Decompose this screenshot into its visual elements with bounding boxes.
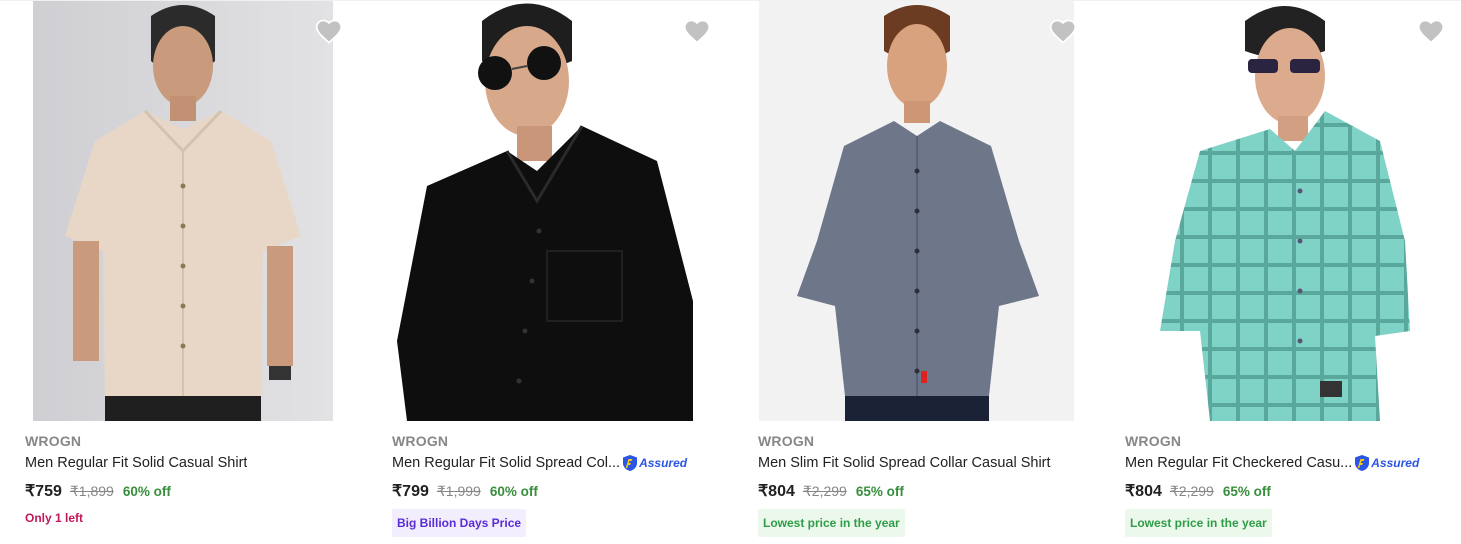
shield-icon xyxy=(1355,455,1370,471)
product-image-container[interactable] xyxy=(367,0,712,421)
product-brand[interactable]: WROGN xyxy=(758,433,814,449)
shield-icon xyxy=(623,455,638,471)
product-card[interactable]: WROGN Men Regular Fit Solid Casual Shirt… xyxy=(0,0,345,544)
product-title[interactable]: Men Slim Fit Solid Spread Collar Casual … xyxy=(758,455,1051,471)
product-title[interactable]: Men Regular Fit Solid Spread Col... xyxy=(392,455,620,471)
price-row: ₹799 ₹1,999 60% off xyxy=(392,481,538,501)
price-row: ₹804 ₹2,299 65% off xyxy=(758,481,904,501)
price-row: ₹759 ₹1,899 60% off xyxy=(25,481,171,501)
selling-price: ₹804 xyxy=(758,483,795,500)
heart-icon[interactable] xyxy=(680,14,714,48)
product-title[interactable]: Men Regular Fit Solid Casual Shirt xyxy=(25,455,247,471)
product-title[interactable]: Men Regular Fit Checkered Casu... xyxy=(1125,455,1352,471)
original-price: ₹2,299 xyxy=(802,483,847,499)
teal-checkered-shirt-photo[interactable] xyxy=(1140,1,1440,421)
discount-label: 65% off xyxy=(1222,484,1271,499)
heart-icon[interactable] xyxy=(1414,14,1448,48)
original-price: ₹1,899 xyxy=(69,483,114,499)
product-title-row[interactable]: Men Regular Fit Checkered Casu... Assure… xyxy=(1125,453,1445,473)
product-card[interactable]: WROGN Men Regular Fit Solid Spread Col..… xyxy=(367,0,712,544)
product-image-container[interactable] xyxy=(0,0,345,421)
product-card[interactable]: WROGN Men Slim Fit Solid Spread Collar C… xyxy=(733,0,1078,544)
original-price: ₹2,299 xyxy=(1169,483,1214,499)
product-title-row[interactable]: Men Regular Fit Solid Spread Col... Assu… xyxy=(392,453,712,473)
product-brand[interactable]: WROGN xyxy=(1125,433,1181,449)
product-card[interactable]: WROGN Men Regular Fit Checkered Casu... … xyxy=(1100,0,1445,544)
product-image-container[interactable] xyxy=(733,0,1078,421)
grey-shirt-photo[interactable] xyxy=(759,1,1074,421)
big-billion-days-tag: Big Billion Days Price xyxy=(392,509,527,537)
assured-badge: Assured xyxy=(622,454,687,472)
stock-alert: Only 1 left xyxy=(25,511,84,525)
price-row: ₹804 ₹2,299 65% off xyxy=(1125,481,1271,501)
lowest-price-tag: Lowest price in the year xyxy=(758,509,905,537)
product-grid: WROGN Men Regular Fit Solid Casual Shirt… xyxy=(0,0,1461,544)
heart-icon[interactable] xyxy=(1046,14,1080,48)
discount-label: 60% off xyxy=(122,484,171,499)
selling-price: ₹759 xyxy=(25,483,62,500)
selling-price: ₹799 xyxy=(392,483,429,500)
lowest-price-tag: Lowest price in the year xyxy=(1125,509,1272,537)
heart-icon[interactable] xyxy=(312,14,346,48)
assured-label: Assured xyxy=(639,456,688,470)
assured-badge: Assured xyxy=(1354,454,1419,472)
black-shirt-photo[interactable] xyxy=(367,1,693,421)
product-title-row[interactable]: Men Slim Fit Solid Spread Collar Casual … xyxy=(758,453,1078,473)
product-title-row[interactable]: Men Regular Fit Solid Casual Shirt xyxy=(25,453,345,473)
assured-label: Assured xyxy=(1371,456,1420,470)
original-price: ₹1,999 xyxy=(436,483,481,499)
beige-shirt-photo[interactable] xyxy=(33,1,333,421)
discount-label: 60% off xyxy=(489,484,538,499)
selling-price: ₹804 xyxy=(1125,483,1162,500)
product-brand[interactable]: WROGN xyxy=(392,433,448,449)
discount-label: 65% off xyxy=(855,484,904,499)
product-image-container[interactable] xyxy=(1100,0,1445,421)
product-brand[interactable]: WROGN xyxy=(25,433,81,449)
